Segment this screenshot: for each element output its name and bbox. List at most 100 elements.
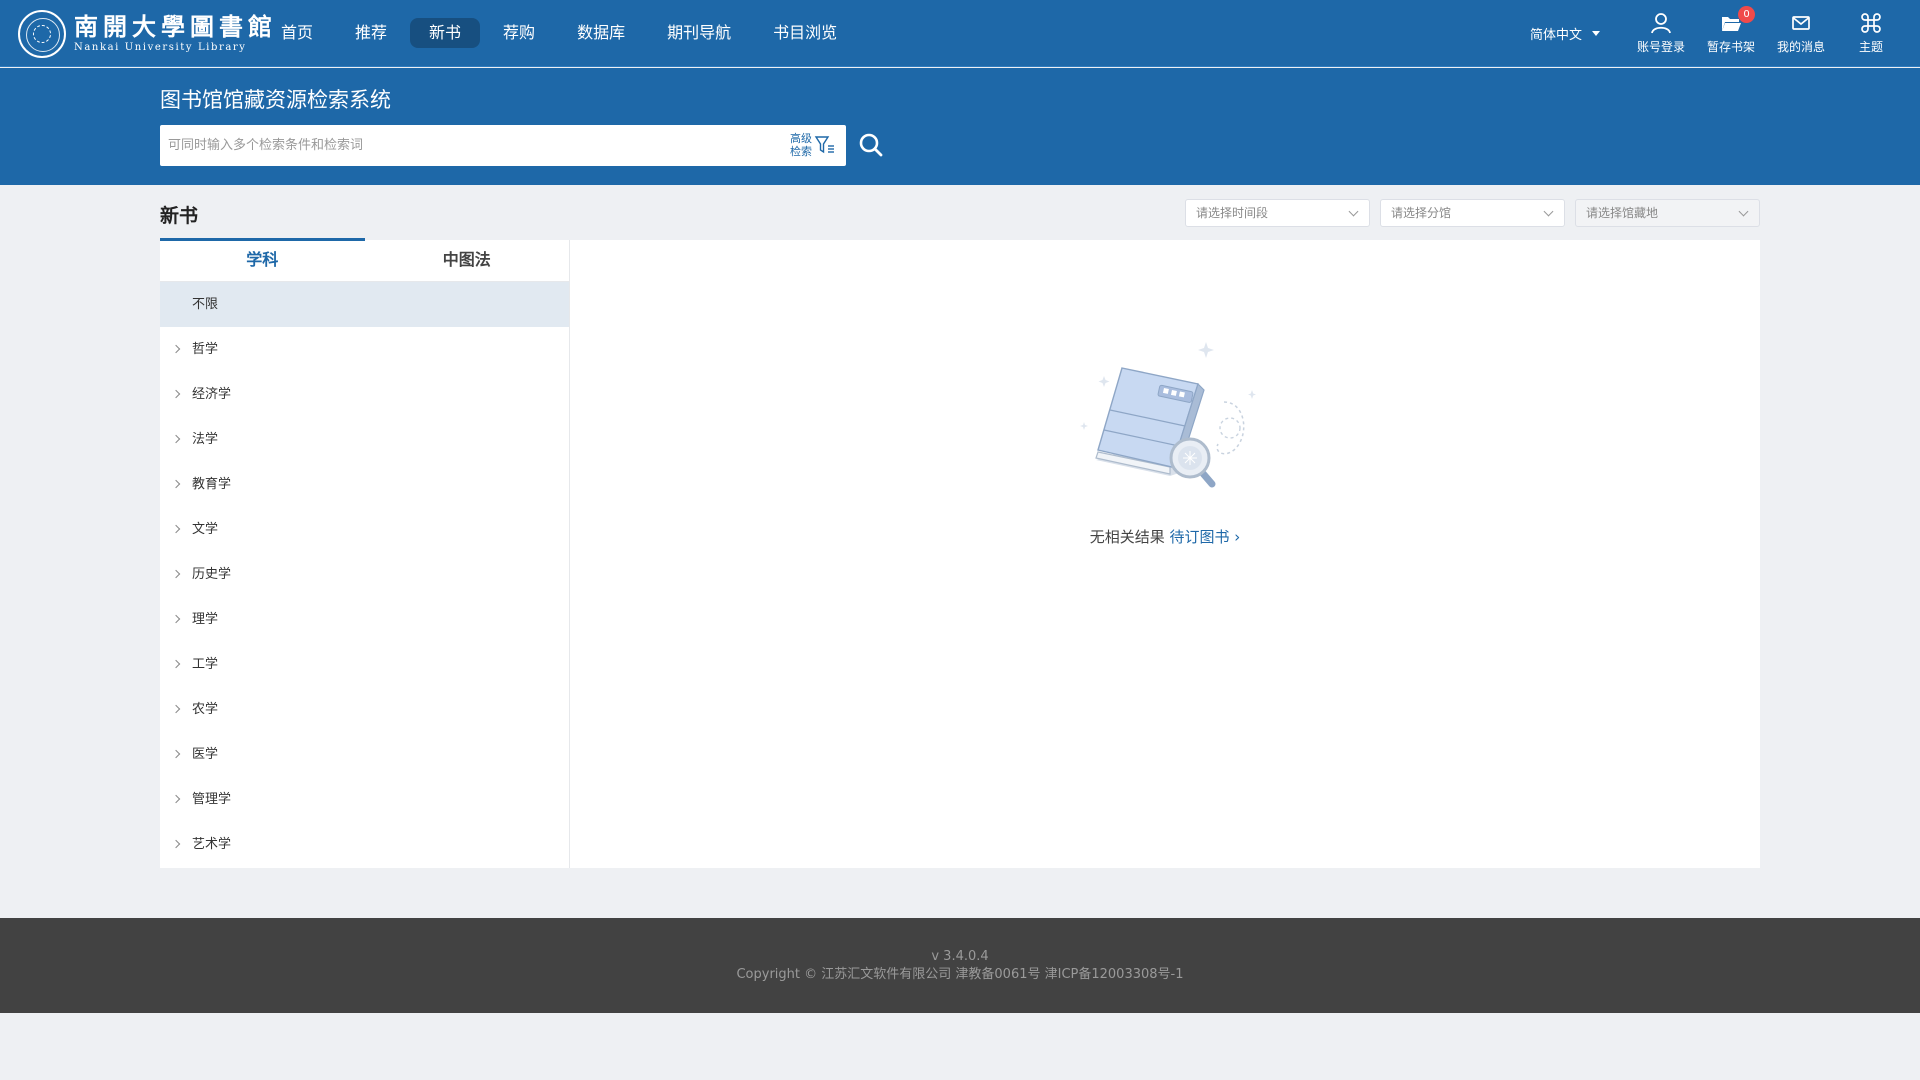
header-tools: 账号登录 0 暂存书架 我的消息 主题 xyxy=(1626,6,1906,55)
category-item-all[interactable]: 不限 xyxy=(160,282,569,327)
collection-location-select[interactable]: 请选择馆藏地 xyxy=(1575,199,1760,227)
nav-item-purchase-request[interactable]: 荐购 xyxy=(484,18,554,48)
main-menu: 首页 推荐 新书 荐购 数据库 期刊导航 书目浏览 xyxy=(262,18,860,48)
pending-books-label: 待订图书 xyxy=(1169,528,1230,546)
category-item-law[interactable]: 法学 xyxy=(160,417,569,462)
version-text: v 3.4.0.4 xyxy=(931,949,989,964)
category-item-agriculture[interactable]: 农学 xyxy=(160,687,569,732)
category-item-philosophy[interactable]: 哲学 xyxy=(160,327,569,372)
chevron-right-icon xyxy=(171,344,181,354)
page-title: 新书 xyxy=(160,205,199,227)
category-sidebar: 学科 中图法 不限 哲学 经济学 法学 教育学 文学 历史学 理学 工学 农学 … xyxy=(160,238,570,868)
login-label: 账号登录 xyxy=(1636,40,1685,54)
theme-label: 主题 xyxy=(1858,40,1883,54)
nav-item-journal-nav[interactable]: 期刊导航 xyxy=(648,18,750,48)
branch-library-placeholder: 请选择分馆 xyxy=(1391,206,1452,220)
nav-item-home[interactable]: 首页 xyxy=(262,18,332,48)
bookshelf-count-badge: 0 xyxy=(1738,6,1755,23)
chevron-right-icon xyxy=(171,794,181,804)
category-label: 医学 xyxy=(192,747,219,762)
advanced-search-button[interactable]: 高级检索 xyxy=(790,132,836,158)
category-label: 理学 xyxy=(192,612,219,627)
category-item-engineering[interactable]: 工学 xyxy=(160,642,569,687)
nav-item-catalog-browse[interactable]: 书目浏览 xyxy=(754,18,856,48)
category-label: 文学 xyxy=(192,522,219,537)
empty-results: 无相关结果 待订图书 › xyxy=(570,240,1760,868)
chevron-right-icon xyxy=(171,749,181,759)
category-label: 不限 xyxy=(192,297,219,312)
category-item-history[interactable]: 历史学 xyxy=(160,552,569,597)
category-label: 管理学 xyxy=(192,792,232,807)
language-selector[interactable]: 简体中文 xyxy=(1530,24,1601,43)
logo-name-cn: 南開大學圖書館 xyxy=(74,12,277,41)
chevron-right-icon xyxy=(171,569,181,579)
top-navbar: 南開大學圖書館 Nankai University Library 首页 推荐 … xyxy=(0,0,1920,67)
user-icon xyxy=(1651,13,1671,34)
nav-item-recommend[interactable]: 推荐 xyxy=(336,18,406,48)
branch-library-select[interactable]: 请选择分馆 xyxy=(1380,199,1565,227)
category-item-medicine[interactable]: 医学 xyxy=(160,732,569,777)
chevron-down-icon xyxy=(1543,206,1554,217)
chevron-right-icon xyxy=(171,524,181,534)
category-label: 农学 xyxy=(192,702,219,717)
university-seal-icon xyxy=(18,10,66,58)
chevron-down-icon xyxy=(1348,206,1359,217)
nav-item-new-books[interactable]: 新书 xyxy=(410,18,481,48)
time-period-placeholder: 请选择时间段 xyxy=(1196,206,1269,220)
category-item-literature[interactable]: 文学 xyxy=(160,507,569,552)
category-label: 法学 xyxy=(192,432,219,447)
category-item-arts[interactable]: 艺术学 xyxy=(160,822,569,867)
logo-name-en: Nankai University Library xyxy=(74,42,247,53)
empty-message: 无相关结果 待订图书 › xyxy=(570,526,1760,547)
tab-clc[interactable]: 中图法 xyxy=(365,240,570,281)
filter-icon xyxy=(814,136,834,154)
messages-button[interactable]: 我的消息 xyxy=(1766,8,1836,55)
category-label: 哲学 xyxy=(192,342,219,357)
library-logo[interactable]: 南開大學圖書館 Nankai University Library xyxy=(18,10,277,58)
empty-book-search-illustration xyxy=(1080,342,1256,488)
pending-books-link[interactable]: 待订图书 › xyxy=(1170,528,1241,546)
category-item-economics[interactable]: 经济学 xyxy=(160,372,569,417)
category-label: 历史学 xyxy=(192,567,232,582)
chevron-right-icon xyxy=(171,434,181,444)
collection-location-placeholder: 请选择馆藏地 xyxy=(1586,206,1659,220)
search-box: 高级检索 xyxy=(160,125,846,166)
login-button[interactable]: 账号登录 xyxy=(1626,8,1696,55)
search-icon xyxy=(859,133,883,157)
chevron-right-icon: › xyxy=(1234,528,1241,546)
category-label: 艺术学 xyxy=(192,837,232,852)
category-item-management[interactable]: 管理学 xyxy=(160,777,569,822)
chevron-right-icon xyxy=(171,479,181,489)
search-system-title: 图书馆馆藏资源检索系统 xyxy=(160,88,391,112)
nav-item-database[interactable]: 数据库 xyxy=(558,18,644,48)
page-footer: v 3.4.0.4 Copyright © 江苏汇文软件有限公司 津教备0061… xyxy=(0,918,1920,1013)
chevron-down-icon xyxy=(1738,206,1749,217)
language-label: 简体中文 xyxy=(1530,28,1583,43)
no-results-text: 无相关结果 xyxy=(1089,528,1165,546)
caret-down-icon xyxy=(1592,31,1601,36)
time-period-select[interactable]: 请选择时间段 xyxy=(1185,199,1370,227)
category-label: 工学 xyxy=(192,657,219,672)
category-label: 经济学 xyxy=(192,387,232,402)
theme-button[interactable]: 主题 xyxy=(1836,8,1906,55)
tab-subject[interactable]: 学科 xyxy=(160,238,365,281)
advanced-search-label: 高级检索 xyxy=(790,132,812,158)
category-tabs: 学科 中图法 xyxy=(160,238,570,282)
category-item-education[interactable]: 教育学 xyxy=(160,462,569,507)
category-label: 教育学 xyxy=(192,477,232,492)
search-input[interactable] xyxy=(168,125,728,166)
chevron-right-icon xyxy=(171,659,181,669)
mail-icon xyxy=(1792,16,1810,30)
chevron-right-icon xyxy=(171,389,181,399)
messages-label: 我的消息 xyxy=(1776,40,1825,54)
copyright-text: Copyright © 江苏汇文软件有限公司 津教备0061号 津ICP备120… xyxy=(736,967,1184,982)
new-books-panel: 学科 中图法 不限 哲学 经济学 法学 教育学 文学 历史学 理学 工学 农学 … xyxy=(160,238,1760,868)
bookshelf-button[interactable]: 0 暂存书架 xyxy=(1696,6,1766,55)
chevron-right-icon xyxy=(171,704,181,714)
bookshelf-label: 暂存书架 xyxy=(1706,40,1755,54)
category-item-science[interactable]: 理学 xyxy=(160,597,569,642)
chevron-right-icon xyxy=(171,614,181,624)
search-button[interactable] xyxy=(858,132,884,162)
search-banner: 图书馆馆藏资源检索系统 高级检索 xyxy=(0,68,1920,185)
command-icon xyxy=(1861,13,1881,33)
